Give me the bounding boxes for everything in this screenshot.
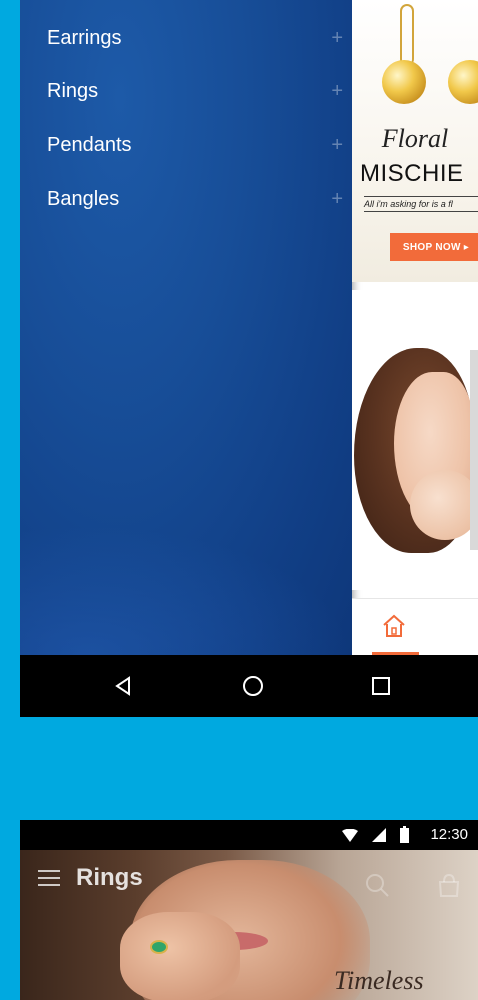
earring-image <box>382 60 426 104</box>
back-triangle-icon <box>115 676 130 696</box>
drawer-leaf-decoration <box>20 525 352 655</box>
cell-signal-icon <box>372 828 386 842</box>
navigation-drawer: Earrings + Rings + Pendants + Bangles + <box>20 0 352 655</box>
recents-button[interactable] <box>350 655 412 717</box>
shopping-bag-icon[interactable] <box>436 872 462 898</box>
back-button[interactable] <box>92 655 154 717</box>
battery-icon <box>400 826 409 843</box>
hero-ring-image <box>150 940 168 954</box>
earring-image <box>448 60 478 104</box>
plus-icon[interactable]: + <box>331 188 343 211</box>
banner-script-title: Floral <box>381 124 449 153</box>
home-content: Floral MISCHIE All i'm asking for is a f… <box>352 0 478 655</box>
plus-icon[interactable]: + <box>331 27 343 50</box>
plus-icon[interactable]: + <box>331 80 343 103</box>
bottom-phone-screen: 12:30 Rings Timeless <box>20 820 478 1000</box>
menu-icon[interactable] <box>38 870 60 891</box>
earring-hook-image <box>400 4 414 66</box>
floral-mischief-banner[interactable]: Floral MISCHIE All i'm asking for is a f… <box>352 0 478 282</box>
bottom-navigation <box>352 598 478 655</box>
status-time: 12:30 <box>430 826 468 843</box>
drawer-item-label: Bangles <box>47 187 120 210</box>
search-icon[interactable] <box>364 872 390 898</box>
status-bar: 12:30 <box>20 820 478 850</box>
page-title: Rings <box>76 864 143 891</box>
square-recents-icon <box>372 677 390 695</box>
drawer-item-earrings[interactable]: Earrings + <box>47 18 343 58</box>
drawer-item-rings[interactable]: Rings + <box>47 71 343 111</box>
drawer-item-label: Earrings <box>47 26 122 49</box>
shop-now-button[interactable]: SHOP NOW ▸ <box>390 233 478 261</box>
hero-headline: Timeless <box>334 966 424 995</box>
banner-title: MISCHIE <box>360 160 464 187</box>
wifi-icon <box>342 829 358 842</box>
plus-icon[interactable]: + <box>331 134 343 157</box>
hero-model-hand <box>120 912 240 1000</box>
home-system-button[interactable] <box>222 655 284 717</box>
drawer-item-label: Pendants <box>47 133 132 156</box>
circle-home-icon <box>243 676 263 696</box>
model-hand-image <box>410 470 478 540</box>
drawer-item-pendants[interactable]: Pendants + <box>47 125 343 165</box>
home-icon[interactable] <box>381 613 407 639</box>
system-navigation-bar <box>20 655 478 717</box>
drawer-item-label: Rings <box>47 79 99 102</box>
banner-side-panel <box>470 350 478 550</box>
banner-tagline: All i'm asking for is a fl <box>364 196 478 212</box>
app-bar: Rings <box>20 850 478 906</box>
top-phone-screen: Earrings + Rings + Pendants + Bangles + … <box>20 0 478 717</box>
drawer-item-bangles[interactable]: Bangles + <box>47 179 343 219</box>
